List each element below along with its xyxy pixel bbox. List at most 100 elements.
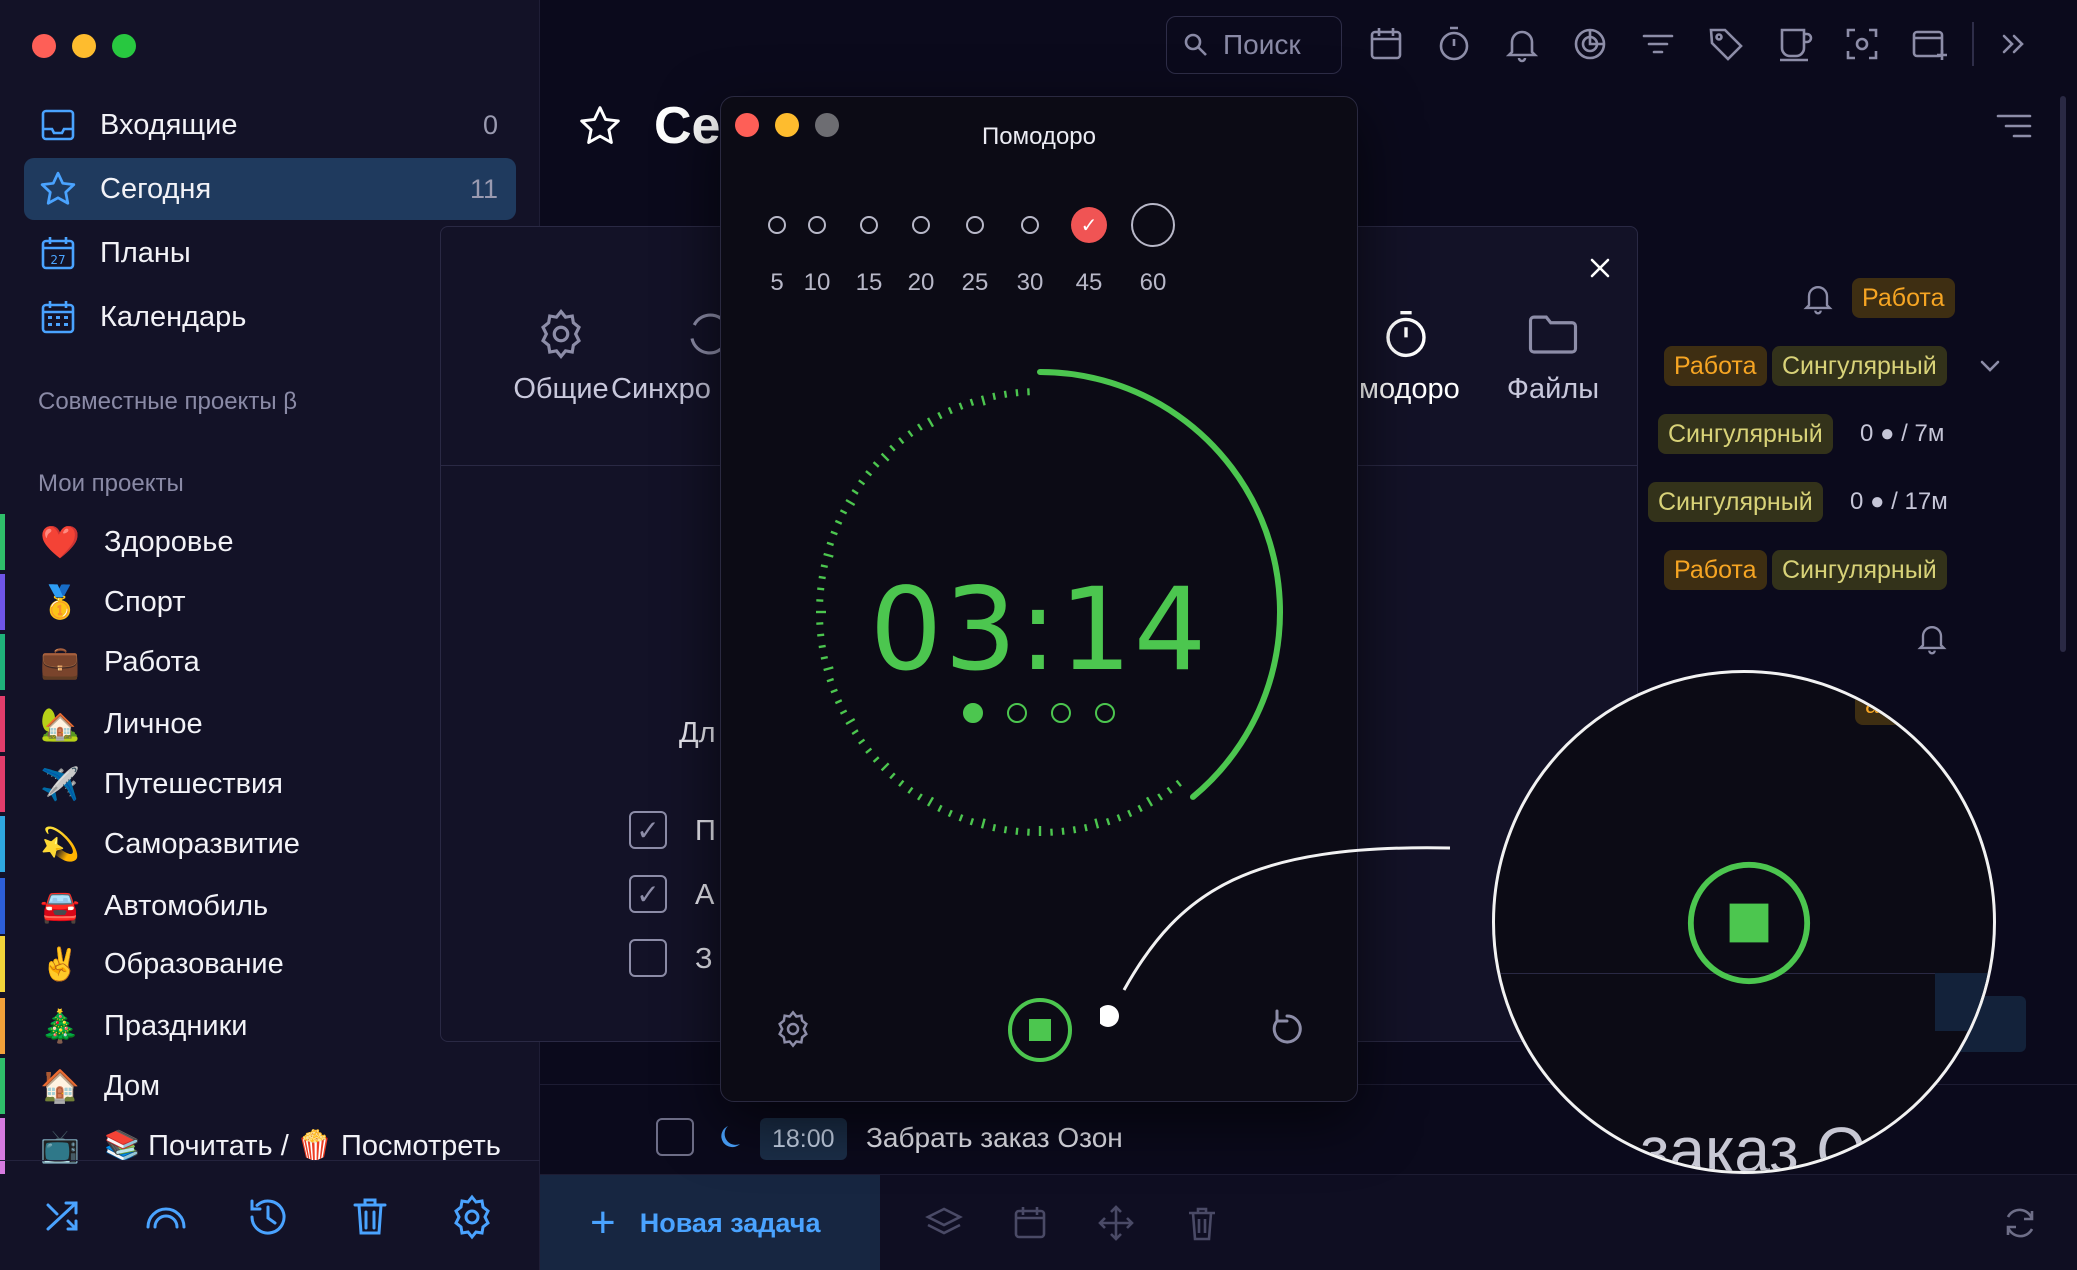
sidebar-item-label: Календарь xyxy=(100,300,247,333)
tag-work[interactable]: Работа xyxy=(1664,550,1767,590)
cup-icon[interactable] xyxy=(1774,24,1814,64)
dial-tick xyxy=(992,824,997,832)
rainbow-icon[interactable] xyxy=(142,1193,190,1241)
new-task-button[interactable]: + Новая задача xyxy=(540,1175,880,1270)
radio-circle xyxy=(912,216,930,234)
tab-general[interactable]: Общие xyxy=(491,307,631,406)
dial-tick xyxy=(937,804,943,813)
tag-work[interactable]: Работа xyxy=(1664,346,1767,386)
page-title: Се xyxy=(654,97,721,155)
session-dots xyxy=(721,703,1357,723)
stop-button[interactable] xyxy=(1007,997,1073,1063)
list-sort-icon[interactable] xyxy=(1994,106,2034,146)
dial-tick xyxy=(980,395,986,406)
tag-singular[interactable]: Сингулярный xyxy=(1658,414,1833,454)
my-projects-heading[interactable]: Мои проекты xyxy=(38,470,184,498)
sidebar-item-today[interactable]: Сегодня 11 xyxy=(24,158,516,220)
dial-tick xyxy=(1105,818,1111,826)
timer-display: 03:14 xyxy=(869,563,1209,696)
trash-icon[interactable] xyxy=(346,1193,394,1241)
tag-work: абота xyxy=(1855,685,1942,725)
chevrons-right-icon[interactable] xyxy=(1994,24,2034,64)
layers-icon[interactable] xyxy=(924,1203,964,1243)
history-icon[interactable] xyxy=(244,1193,292,1241)
tab-pomodoro[interactable]: модоро xyxy=(1359,307,1489,406)
dial-tick xyxy=(1003,390,1008,398)
project-emoji-icon: 🏡 xyxy=(40,706,80,742)
project-label: 📚 Почитать / 🍿 Посмотреть xyxy=(104,1130,501,1162)
dial-tick xyxy=(872,756,880,763)
stop-button-magnified xyxy=(1687,861,1811,985)
close-icon[interactable] xyxy=(1587,255,1613,281)
tab-files[interactable]: Файлы xyxy=(1493,307,1613,406)
duration-label: 60 xyxy=(1139,269,1167,296)
search-box[interactable] xyxy=(1166,16,1342,74)
calendar-icon[interactable] xyxy=(1366,24,1406,64)
star-icon xyxy=(38,169,78,209)
project-label: Саморазвитие xyxy=(104,827,300,860)
scrollbar[interactable] xyxy=(2060,96,2066,652)
dial-tick xyxy=(1127,809,1133,818)
minimize-window-button[interactable] xyxy=(72,34,96,58)
sidebar-item-label: Входящие xyxy=(100,108,238,141)
project-color-bar xyxy=(0,634,5,690)
filter-icon[interactable] xyxy=(1638,24,1678,64)
dial-tick xyxy=(980,818,986,829)
dial-tick xyxy=(830,530,838,536)
project-emoji-icon: 🎄 xyxy=(40,1008,80,1044)
sidebar-item-label: Сегодня xyxy=(100,172,212,205)
project-label: Образование xyxy=(104,947,284,980)
dial-tick xyxy=(926,796,935,807)
check-icon: ✓ xyxy=(636,814,660,846)
dial-tick xyxy=(851,488,859,495)
move-icon[interactable] xyxy=(1096,1203,1136,1243)
add-window-icon[interactable] xyxy=(1910,24,1950,64)
duration-option[interactable]: 60 xyxy=(1113,203,1193,296)
check-icon: ✓ xyxy=(636,878,660,910)
task-title[interactable]: Забрать заказ Озон xyxy=(866,1122,1123,1154)
zoom-window-button[interactable] xyxy=(112,34,136,58)
tag-singular[interactable]: Сингулярный xyxy=(1772,550,1947,590)
close-window-button[interactable] xyxy=(32,34,56,58)
tag-work[interactable]: Работа xyxy=(1852,278,1955,318)
magnified-task-title: заказ Оз xyxy=(1640,1114,1896,1174)
stop-icon xyxy=(1029,1019,1051,1041)
tag-icon[interactable] xyxy=(1706,24,1746,64)
tab-sync[interactable]: Синхро xyxy=(611,307,731,406)
shared-projects-heading[interactable]: Совместные проекты β xyxy=(38,388,297,416)
bell-icon[interactable] xyxy=(1914,620,1950,656)
focus-chart-icon[interactable] xyxy=(1570,24,1610,64)
option-checkbox[interactable] xyxy=(629,939,667,977)
search-icon xyxy=(1184,33,1207,56)
tab-label: модоро xyxy=(1359,373,1460,405)
sidebar-item-label: Планы xyxy=(100,236,191,269)
trash-icon[interactable] xyxy=(1182,1203,1222,1243)
dial-tick xyxy=(1166,786,1173,794)
sync-icon[interactable] xyxy=(2000,1203,2040,1243)
option-checkbox[interactable]: ✓ xyxy=(629,875,667,913)
project-emoji-icon: ✈️ xyxy=(40,766,80,802)
favorite-star-icon[interactable] xyxy=(578,104,622,148)
calendar-icon[interactable] xyxy=(1010,1203,1050,1243)
capture-icon[interactable] xyxy=(1842,24,1882,64)
project-emoji-icon: 🥇 xyxy=(40,584,80,620)
project-label: Здоровье xyxy=(104,525,234,558)
bell-icon[interactable] xyxy=(1800,280,1836,316)
task-meta: 0 ● / 17м xyxy=(1850,488,1948,515)
search-input[interactable] xyxy=(1223,29,1333,61)
task-checkbox[interactable] xyxy=(656,1118,694,1156)
timer-icon[interactable] xyxy=(1434,24,1474,64)
project-emoji-icon: 🚘 xyxy=(40,888,80,924)
project-emoji-icon: 💼 xyxy=(40,644,80,680)
dial-tick xyxy=(845,498,856,507)
option-checkbox[interactable]: ✓ xyxy=(629,811,667,849)
tag-singular[interactable]: Сингулярный xyxy=(1772,346,1947,386)
sidebar-project-item[interactable]: 🏠 Дом xyxy=(0,1058,540,1114)
chevron-down-icon[interactable] xyxy=(1976,352,2004,380)
sidebar-item-inbox[interactable]: Входящие 0 xyxy=(24,94,516,156)
settings-gear-icon[interactable] xyxy=(448,1193,496,1241)
gear-icon[interactable] xyxy=(773,1009,813,1049)
bell-icon[interactable] xyxy=(1502,24,1542,64)
shuffle-icon[interactable] xyxy=(40,1193,88,1241)
tag-singular[interactable]: Сингулярный xyxy=(1648,482,1823,522)
